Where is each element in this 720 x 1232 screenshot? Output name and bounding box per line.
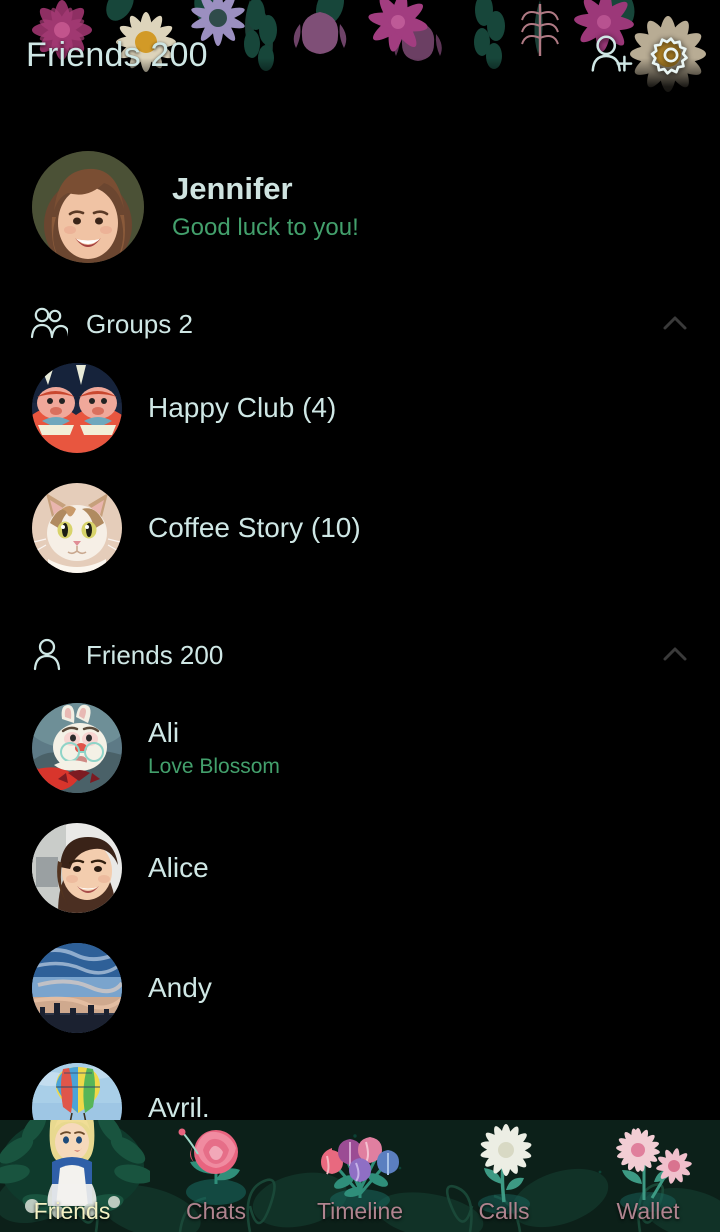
bottom-navigation-bar: Friends Chats Timeline Calls Wallet (0, 1120, 720, 1232)
avatar[interactable] (32, 363, 122, 453)
woman-photo-avatar (32, 823, 122, 913)
friend-name: Ali (148, 716, 180, 748)
header-bar: Friends 200 (0, 0, 720, 110)
avatar[interactable] (32, 483, 122, 573)
list-item[interactable]: Andy (0, 938, 720, 1038)
list-item[interactable]: Happy Club (4) (0, 358, 720, 458)
list-item-text: Ali Love Blossom (148, 716, 280, 781)
white-rabbit-avatar (32, 703, 122, 793)
friend-name: Andy (148, 972, 212, 1004)
list-item[interactable]: Ali Love Blossom (0, 698, 720, 798)
profile-name: Jennifer (172, 170, 293, 206)
nav-tab-calls[interactable]: Calls (432, 1120, 576, 1232)
nav-label-chats: Chats (185, 1198, 247, 1224)
nav-tab-wallet[interactable]: Wallet (576, 1120, 720, 1232)
person-icon (33, 638, 61, 671)
section-label-groups: Groups 2 (86, 308, 193, 339)
nav-label-timeline: Timeline (316, 1198, 404, 1224)
section-label-friends: Friends 200 (86, 639, 224, 670)
nav-label-wallet: Wallet (616, 1198, 680, 1224)
group-name: Coffee Story (10) (148, 512, 361, 544)
sky-photo-avatar (32, 943, 122, 1033)
friend-status-message: Love Blossom (148, 755, 280, 779)
chevron-up-icon[interactable] (658, 307, 692, 341)
chevron-up-icon[interactable] (658, 638, 692, 672)
profile-status-message: Good luck to you! (172, 213, 359, 241)
section-header-friends[interactable]: Friends 200 (0, 627, 720, 683)
avatar[interactable] (32, 823, 122, 913)
profile-photo-avatar (32, 151, 144, 263)
nav-tab-timeline[interactable]: Timeline (288, 1120, 432, 1232)
my-profile-row[interactable]: Jennifer Good luck to you! (0, 148, 720, 266)
two-people-icon (30, 307, 68, 339)
profile-text: Jennifer Good luck to you! (172, 170, 359, 244)
group-name: Happy Club (4) (148, 392, 337, 424)
list-item-text: Andy (148, 971, 212, 1005)
gear-icon[interactable] (648, 32, 694, 78)
list-item-text: Coffee Story (10) (148, 511, 361, 545)
avatar[interactable] (32, 151, 144, 263)
friend-name: Alice (148, 852, 209, 884)
nav-label-friends: Friends (33, 1198, 111, 1224)
app-header: Friends 200 (0, 0, 720, 110)
list-item-text: Happy Club (4) (148, 391, 336, 425)
cat-avatar (32, 483, 122, 573)
section-header-groups[interactable]: Groups 2 (0, 296, 720, 352)
nav-tab-chats[interactable]: Chats (144, 1120, 288, 1232)
nav-tab-friends[interactable]: Friends (0, 1120, 150, 1232)
list-item[interactable]: Alice (0, 818, 720, 918)
avatar[interactable] (32, 703, 122, 793)
avatar[interactable] (32, 943, 122, 1033)
nav-label-calls: Calls (478, 1198, 530, 1224)
tweedle-twins-avatar (32, 363, 122, 453)
add-person-icon[interactable] (588, 32, 634, 78)
list-item-text: Alice (148, 851, 209, 885)
page-title: Friends 200 (26, 35, 208, 74)
list-item[interactable]: Coffee Story (10) (0, 478, 720, 578)
